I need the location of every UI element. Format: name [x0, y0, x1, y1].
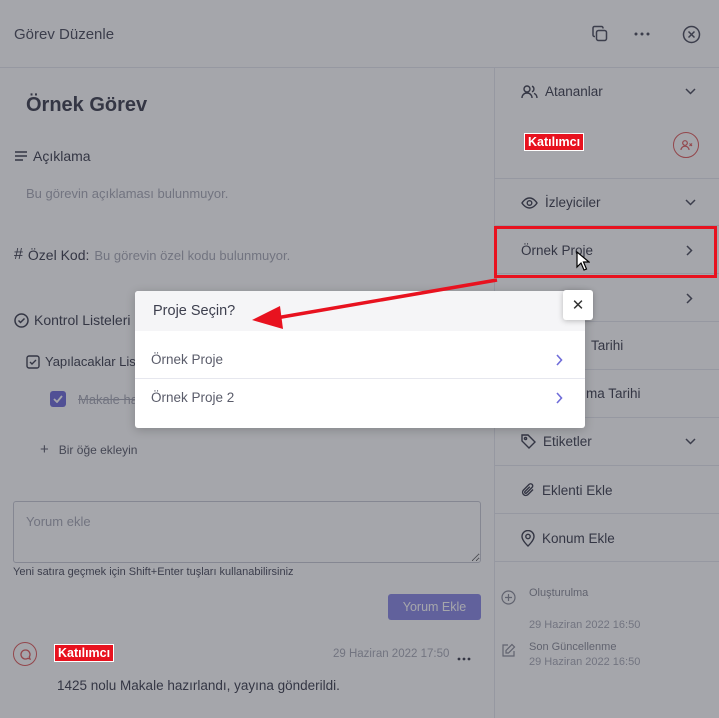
mouse-cursor-icon — [576, 251, 590, 271]
annotation-arrow — [252, 278, 498, 329]
